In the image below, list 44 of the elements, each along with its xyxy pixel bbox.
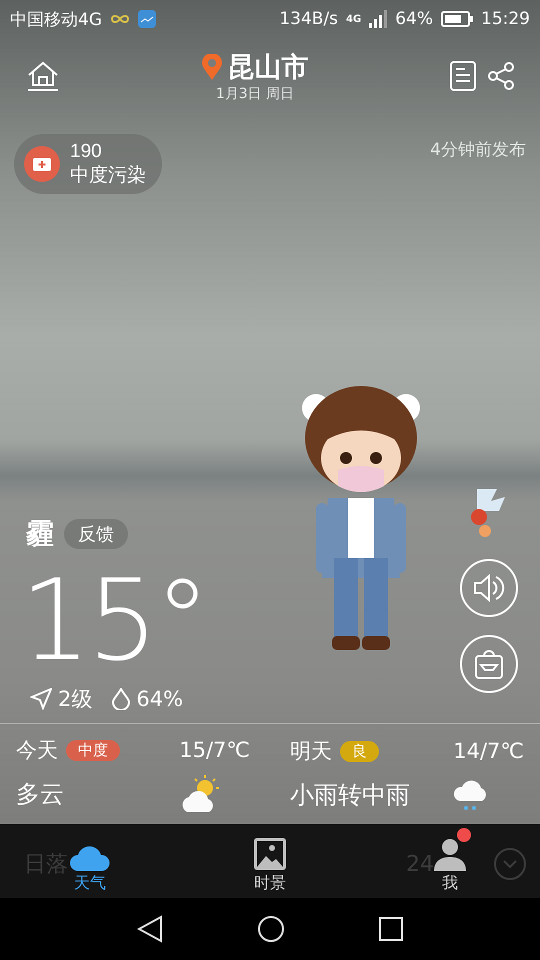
shopping-bag-button[interactable] (460, 635, 518, 693)
home-nav-button[interactable] (257, 915, 285, 943)
app-notification-icon (138, 10, 156, 28)
person-icon (433, 837, 467, 871)
medical-kit-icon (24, 146, 60, 182)
temperature-range: 15/7℃ (179, 738, 250, 762)
publish-time: 4分钟前发布 (430, 139, 526, 161)
signal-icon (369, 10, 388, 28)
feedback-button[interactable]: 反馈 (64, 519, 128, 549)
wind-level: 2级 (58, 686, 92, 713)
current-temperature: 15° (20, 561, 207, 681)
battery-icon (441, 11, 473, 27)
forecast-day: 明天 (290, 737, 332, 765)
air-quality-badge: 良 (340, 740, 379, 762)
humidity-value: 64% (136, 687, 184, 711)
nav-tab[interactable]: 时景 (180, 824, 360, 898)
shopping-bag-icon (474, 648, 504, 680)
share-button[interactable] (488, 62, 514, 90)
carrier-label: 中国移动4G (10, 8, 102, 30)
weather-condition: 霾 (26, 516, 54, 552)
city-name[interactable]: 昆山市 (228, 49, 308, 85)
forecast-weather: 多云 (16, 779, 65, 810)
air-quality-badge: 中度 (66, 740, 120, 760)
network-type: 4G (346, 14, 362, 24)
network-speed: 134B/s (279, 9, 338, 29)
news-button[interactable] (450, 61, 476, 91)
back-button[interactable] (137, 915, 163, 943)
forecast-day: 今天 (16, 736, 58, 764)
battery-percent: 64% (395, 9, 433, 29)
location-pin-icon (202, 54, 222, 80)
speaker-icon (473, 573, 505, 603)
date-label: 1月3日 周日 (216, 85, 294, 103)
forecast-weather: 小雨转中雨 (290, 780, 411, 811)
recents-button[interactable] (379, 917, 403, 941)
voice-broadcast-button[interactable] (460, 559, 518, 617)
infinity-icon (110, 13, 130, 25)
wind-direction-icon (30, 688, 52, 710)
chevron-down-icon (494, 848, 526, 880)
air-quality-button[interactable]: 190 中度污染 (14, 134, 162, 194)
clock: 15:29 (481, 9, 530, 29)
temperature-range: 14/7℃ (453, 739, 524, 763)
picture-icon (253, 837, 287, 871)
humidity-drop-icon (112, 688, 130, 710)
home-button[interactable] (26, 60, 60, 92)
